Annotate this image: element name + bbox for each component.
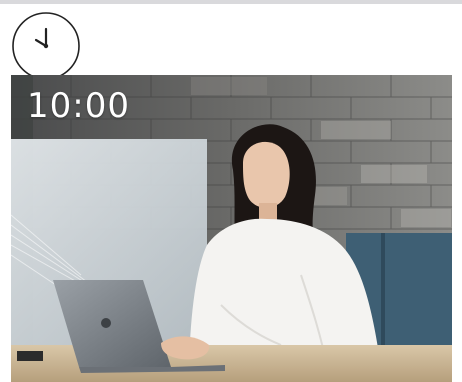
clock-icon (11, 11, 81, 81)
top-divider-bar (0, 0, 462, 4)
page: 10:00 (0, 0, 462, 382)
time-display: 10:00 (27, 86, 130, 126)
person-face (243, 141, 290, 208)
office-photo: 10:00 (11, 75, 452, 382)
apple-logo-icon (101, 318, 111, 328)
